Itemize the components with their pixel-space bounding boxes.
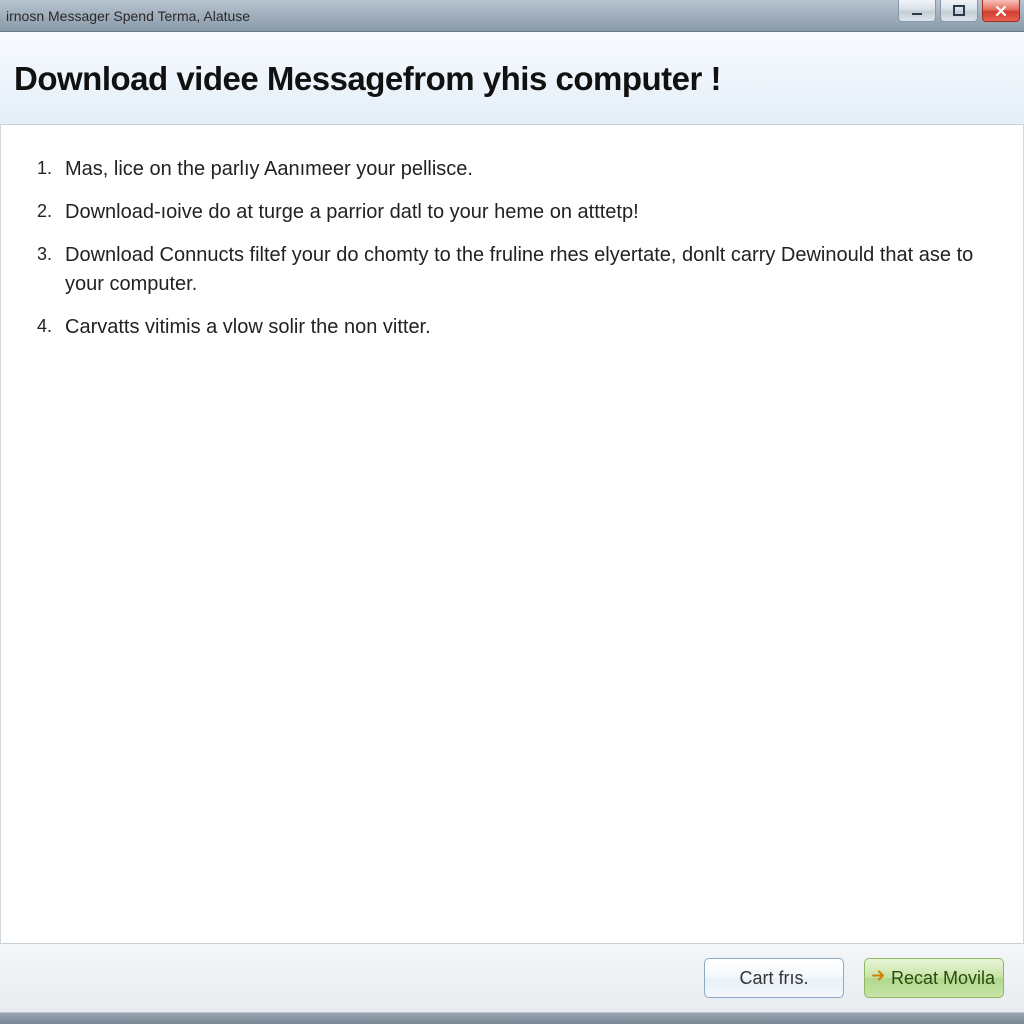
list-item: 3. Download Connucts filtef your do chom… [37, 241, 983, 299]
page-heading: Download videe Messagefrom yhis computer… [14, 60, 1004, 98]
list-item: 2. Download-ıoive do at turge a parrior … [37, 198, 983, 227]
step-text: Download Connucts filtef your do chomty … [65, 241, 983, 299]
close-button[interactable] [982, 0, 1020, 22]
step-text: Carvatts vitimis a vlow solir the non vi… [65, 313, 983, 342]
application-window: irnosn Messager Spend Terma, Alatuse [0, 0, 1024, 1024]
window-bottom-border [0, 1012, 1024, 1024]
step-number: 2. [37, 198, 65, 224]
list-item: 1. Mas, lice on the parlıy Aanımeer your… [37, 155, 983, 184]
dialog-header: Download videe Messagefrom yhis computer… [0, 32, 1024, 125]
list-item: 4. Carvatts vitimis a vlow solir the non… [37, 313, 983, 342]
maximize-button[interactable] [940, 0, 978, 22]
maximize-icon [952, 4, 966, 18]
instruction-list: 1. Mas, lice on the parlıy Aanımeer your… [37, 155, 983, 342]
window-controls [898, 0, 1024, 31]
minimize-icon [910, 4, 924, 18]
cancel-button-label: Cart frıs. [739, 968, 808, 989]
primary-action-button[interactable]: Recat Movila [864, 958, 1004, 998]
arrow-right-icon [871, 968, 887, 989]
close-icon [994, 4, 1008, 18]
step-number: 4. [37, 313, 65, 339]
step-number: 3. [37, 241, 65, 267]
step-text: Mas, lice on the parlıy Aanımeer your pe… [65, 155, 983, 184]
step-text: Download-ıoive do at turge a parrior dat… [65, 198, 983, 227]
primary-button-label: Recat Movila [891, 968, 995, 989]
cancel-button[interactable]: Cart frıs. [704, 958, 844, 998]
minimize-button[interactable] [898, 0, 936, 22]
window-titlebar: irnosn Messager Spend Terma, Alatuse [0, 0, 1024, 32]
window-title: irnosn Messager Spend Terma, Alatuse [0, 8, 250, 24]
step-number: 1. [37, 155, 65, 181]
dialog-footer: Cart frıs. Recat Movila [0, 943, 1024, 1012]
dialog-body: 1. Mas, lice on the parlıy Aanımeer your… [0, 125, 1024, 943]
